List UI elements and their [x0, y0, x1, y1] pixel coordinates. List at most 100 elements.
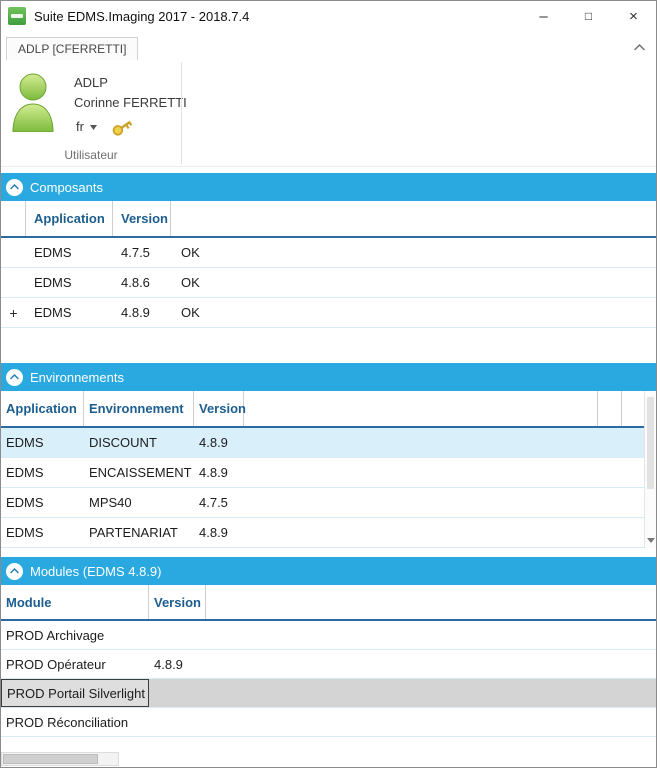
cell-application: EDMS [6, 525, 44, 540]
maximize-button[interactable]: □ [566, 1, 611, 31]
cell-version: 4.8.9 [199, 435, 228, 450]
cell-module: PROD Opérateur [6, 656, 106, 672]
section-title-environnements: Environnements [30, 369, 124, 385]
cell-status: OK [181, 305, 200, 320]
horizontal-scrollbar[interactable] [1, 752, 119, 766]
table-row[interactable]: + EDMS 4.8.9 OK [1, 298, 656, 328]
close-button[interactable]: × [611, 1, 656, 31]
collapse-composants-button[interactable] [6, 178, 23, 196]
chevron-down-icon [89, 124, 97, 130]
cell-filler [244, 488, 656, 517]
column-header-version[interactable]: Version [113, 201, 171, 236]
language-select[interactable]: fr [74, 116, 99, 138]
section-title-modules: Modules (EDMS 4.8.9) [30, 563, 162, 579]
cell-version [149, 708, 206, 736]
table-row[interactable]: EDMS ENCAISSEMENT 4.8.9 [1, 458, 656, 488]
app-icon-glyph [11, 14, 23, 18]
cell-module-focused[interactable]: PROD Portail Silverlight [1, 679, 149, 707]
cell-module: PROD Archivage [6, 627, 105, 643]
table-row[interactable]: PROD Archivage [1, 621, 656, 650]
language-value: fr [76, 119, 84, 134]
composants-table: Application Version EDMS 4.7.5 OK EDMS 4… [1, 201, 656, 328]
column-header-application[interactable]: Application [1, 391, 84, 426]
cell-version: 4.8.9 [121, 305, 150, 320]
collapse-modules-button[interactable] [6, 562, 23, 580]
user-info-block: ADLP Corinne FERRETTI fr [74, 73, 187, 138]
table-row[interactable]: EDMS PARTENARIAT 4.8.9 [1, 518, 656, 548]
column-header-filler [244, 391, 598, 426]
tab-adlp[interactable]: ADLP [CFERRETTI] [6, 37, 139, 60]
cell-version: 4.7.5 [121, 245, 150, 260]
column-header-module[interactable]: Module [1, 585, 149, 619]
cell-version: 4.8.6 [121, 275, 150, 290]
scroll-down-button[interactable] [645, 534, 656, 547]
column-header-status [171, 201, 656, 236]
modules-table: Module Version PROD Archivage PROD Opéra… [1, 585, 656, 737]
ribbon-collapse-button[interactable] [629, 38, 649, 56]
collapse-environnements-button[interactable] [6, 368, 23, 386]
table-row[interactable]: EDMS 4.7.5 OK [1, 238, 656, 268]
cell-application: EDMS [34, 305, 72, 320]
column-header-application[interactable]: Application [26, 201, 113, 236]
cell-filler [206, 621, 656, 649]
section-header-environnements: Environnements [1, 363, 656, 391]
row-expander[interactable] [1, 268, 26, 297]
column-header-version[interactable]: Version [149, 585, 206, 619]
cell-filler [206, 650, 656, 678]
cell-module: PROD Réconciliation [6, 714, 129, 730]
cell-filler [244, 458, 656, 487]
user-name: Corinne FERRETTI [74, 95, 187, 110]
minimize-button[interactable]: – [521, 1, 566, 31]
cell-environnement: PARTENARIAT [89, 525, 178, 540]
column-header-filler [206, 585, 656, 619]
environnements-table: Application Environnement Version EDMS D… [1, 391, 656, 548]
chevron-up-icon [10, 184, 19, 190]
ribbon-tab-strip: ADLP [CFERRETTI] [1, 31, 656, 60]
cell-filler [244, 518, 656, 547]
cell-version: 4.8.9 [199, 525, 228, 540]
cell-version [149, 679, 206, 707]
group-separator [181, 62, 182, 164]
environnements-header-row: Application Environnement Version [1, 391, 656, 428]
composants-header-row: Application Version [1, 201, 656, 238]
row-expander-plus[interactable]: + [1, 298, 26, 327]
modules-header-row: Module Version [1, 585, 656, 621]
chevron-down-icon [646, 538, 655, 543]
user-title: ADLP [74, 75, 108, 90]
cell-version: 4.8.9 [154, 656, 183, 672]
table-row[interactable]: EDMS MPS40 4.7.5 [1, 488, 656, 518]
table-row[interactable]: EDMS 4.8.6 OK [1, 268, 656, 298]
cell-status: OK [181, 245, 200, 260]
row-expander[interactable] [1, 238, 26, 267]
table-row-selected[interactable]: PROD Portail Silverlight [1, 679, 656, 708]
cell-status: OK [181, 275, 200, 290]
table-row[interactable]: PROD Opérateur 4.8.9 [1, 650, 656, 679]
user-avatar-icon [10, 72, 56, 133]
cell-environnement: ENCAISSEMENT [89, 465, 192, 480]
scrollbar-thumb[interactable] [3, 754, 98, 764]
app-window: Suite EDMS.Imaging 2017 - 2018.7.4 – □ ×… [0, 0, 657, 768]
column-header-version[interactable]: Version [194, 391, 246, 426]
cell-filler [206, 679, 656, 707]
cell-filler [206, 708, 656, 736]
cell-environnement: DISCOUNT [89, 435, 157, 450]
cell-version: 4.8.9 [199, 465, 228, 480]
table-row[interactable]: PROD Réconciliation [1, 708, 656, 737]
tab-label: ADLP [CFERRETTI] [18, 42, 127, 56]
cell-version: 4.7.5 [199, 495, 228, 510]
table-row-selected[interactable]: EDMS DISCOUNT 4.8.9 [1, 428, 656, 458]
section-header-composants: Composants [1, 173, 656, 201]
person-icon [12, 73, 54, 133]
password-key-button[interactable] [109, 115, 136, 140]
cell-filler [244, 428, 656, 457]
chevron-up-icon [633, 43, 645, 50]
titlebar: Suite EDMS.Imaging 2017 - 2018.7.4 – □ × [1, 1, 656, 31]
column-header-extra-1 [598, 391, 622, 426]
column-header-environnement[interactable]: Environnement [84, 391, 194, 426]
vertical-scrollbar[interactable] [644, 391, 656, 548]
cell-environnement: MPS40 [89, 495, 132, 510]
section-title-composants: Composants [30, 179, 103, 195]
scrollbar-thumb[interactable] [647, 397, 654, 489]
window-controls: – □ × [521, 1, 656, 31]
cell-application: EDMS [6, 435, 44, 450]
